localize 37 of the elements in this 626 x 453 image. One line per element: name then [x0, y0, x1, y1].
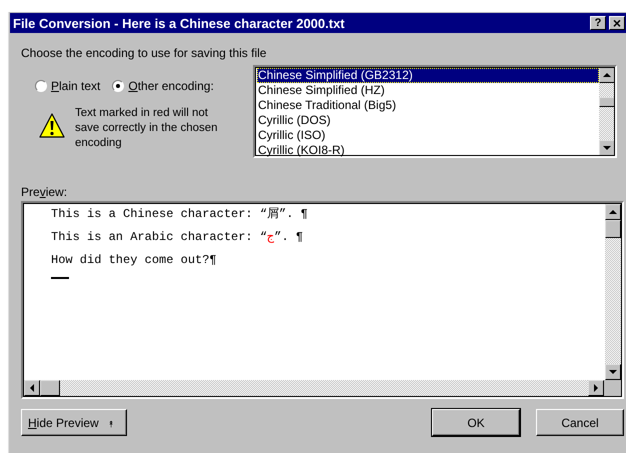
close-button[interactable]: × [609, 16, 625, 30]
scroll-down-icon[interactable] [605, 364, 621, 380]
scroll-thumb[interactable] [40, 380, 60, 396]
scroll-up-icon[interactable] [605, 204, 621, 220]
end-of-document-mark [51, 277, 69, 279]
radio-button[interactable] [112, 80, 124, 92]
instruction-text: Choose the encoding to use for saving this file [21, 46, 268, 62]
scroll-thumb[interactable] [605, 220, 621, 238]
preview-line: How did they come out?¶ [51, 252, 218, 269]
scroll-up-icon[interactable] [599, 67, 615, 83]
scroll-thumb[interactable] [599, 97, 615, 107]
preview-line: This is a Chinese character: “屑”. ¶ [51, 206, 309, 223]
encoding-item[interactable]: Cyrillic (DOS) [257, 113, 599, 128]
warning-icon [39, 113, 65, 139]
encoding-item[interactable]: Chinese Traditional (Big5) [257, 98, 599, 113]
encoding-list[interactable]: Chinese Simplified (GB2312) Chinese Simplified (HZ) Chinese Traditional (Big5) Cyrillic (DOS) Cyrillic (ISO) Cyrillic (KOI8-R) [253, 65, 617, 158]
encoding-item[interactable]: Chinese Simplified (HZ) [257, 83, 599, 98]
ok-button[interactable]: OK [432, 409, 520, 436]
preview-label: Preview: [21, 185, 68, 201]
scrollbar[interactable] [605, 204, 621, 380]
scroll-left-icon[interactable] [24, 380, 40, 396]
hide-preview-button[interactable]: Hide Preview ⯭ [21, 409, 127, 436]
horizontal-scrollbar[interactable] [24, 380, 621, 396]
scrollbar-corner [604, 380, 621, 396]
window-title: File Conversion - Here is a Chinese character 2000.txt [13, 16, 346, 30]
encoding-item[interactable]: Cyrillic (ISO) [257, 128, 599, 143]
radio-button[interactable] [35, 80, 47, 92]
radio-option[interactable]: Plain text [35, 79, 100, 93]
help-button[interactable]: ? [590, 16, 606, 30]
encoding-item[interactable]: Chinese Simplified (GB2312) [257, 68, 599, 83]
scroll-down-icon[interactable] [599, 140, 615, 156]
warning-text: Text marked in red will not save correctly in the chosen encoding [75, 106, 219, 151]
scrollbar[interactable] [599, 67, 615, 156]
encoding-item[interactable]: Cyrillic (KOI8-R) [257, 143, 599, 158]
radio-option[interactable]: Other encoding: [112, 79, 214, 93]
scroll-right-icon[interactable] [588, 380, 604, 396]
cancel-button[interactable]: Cancel [536, 409, 624, 436]
